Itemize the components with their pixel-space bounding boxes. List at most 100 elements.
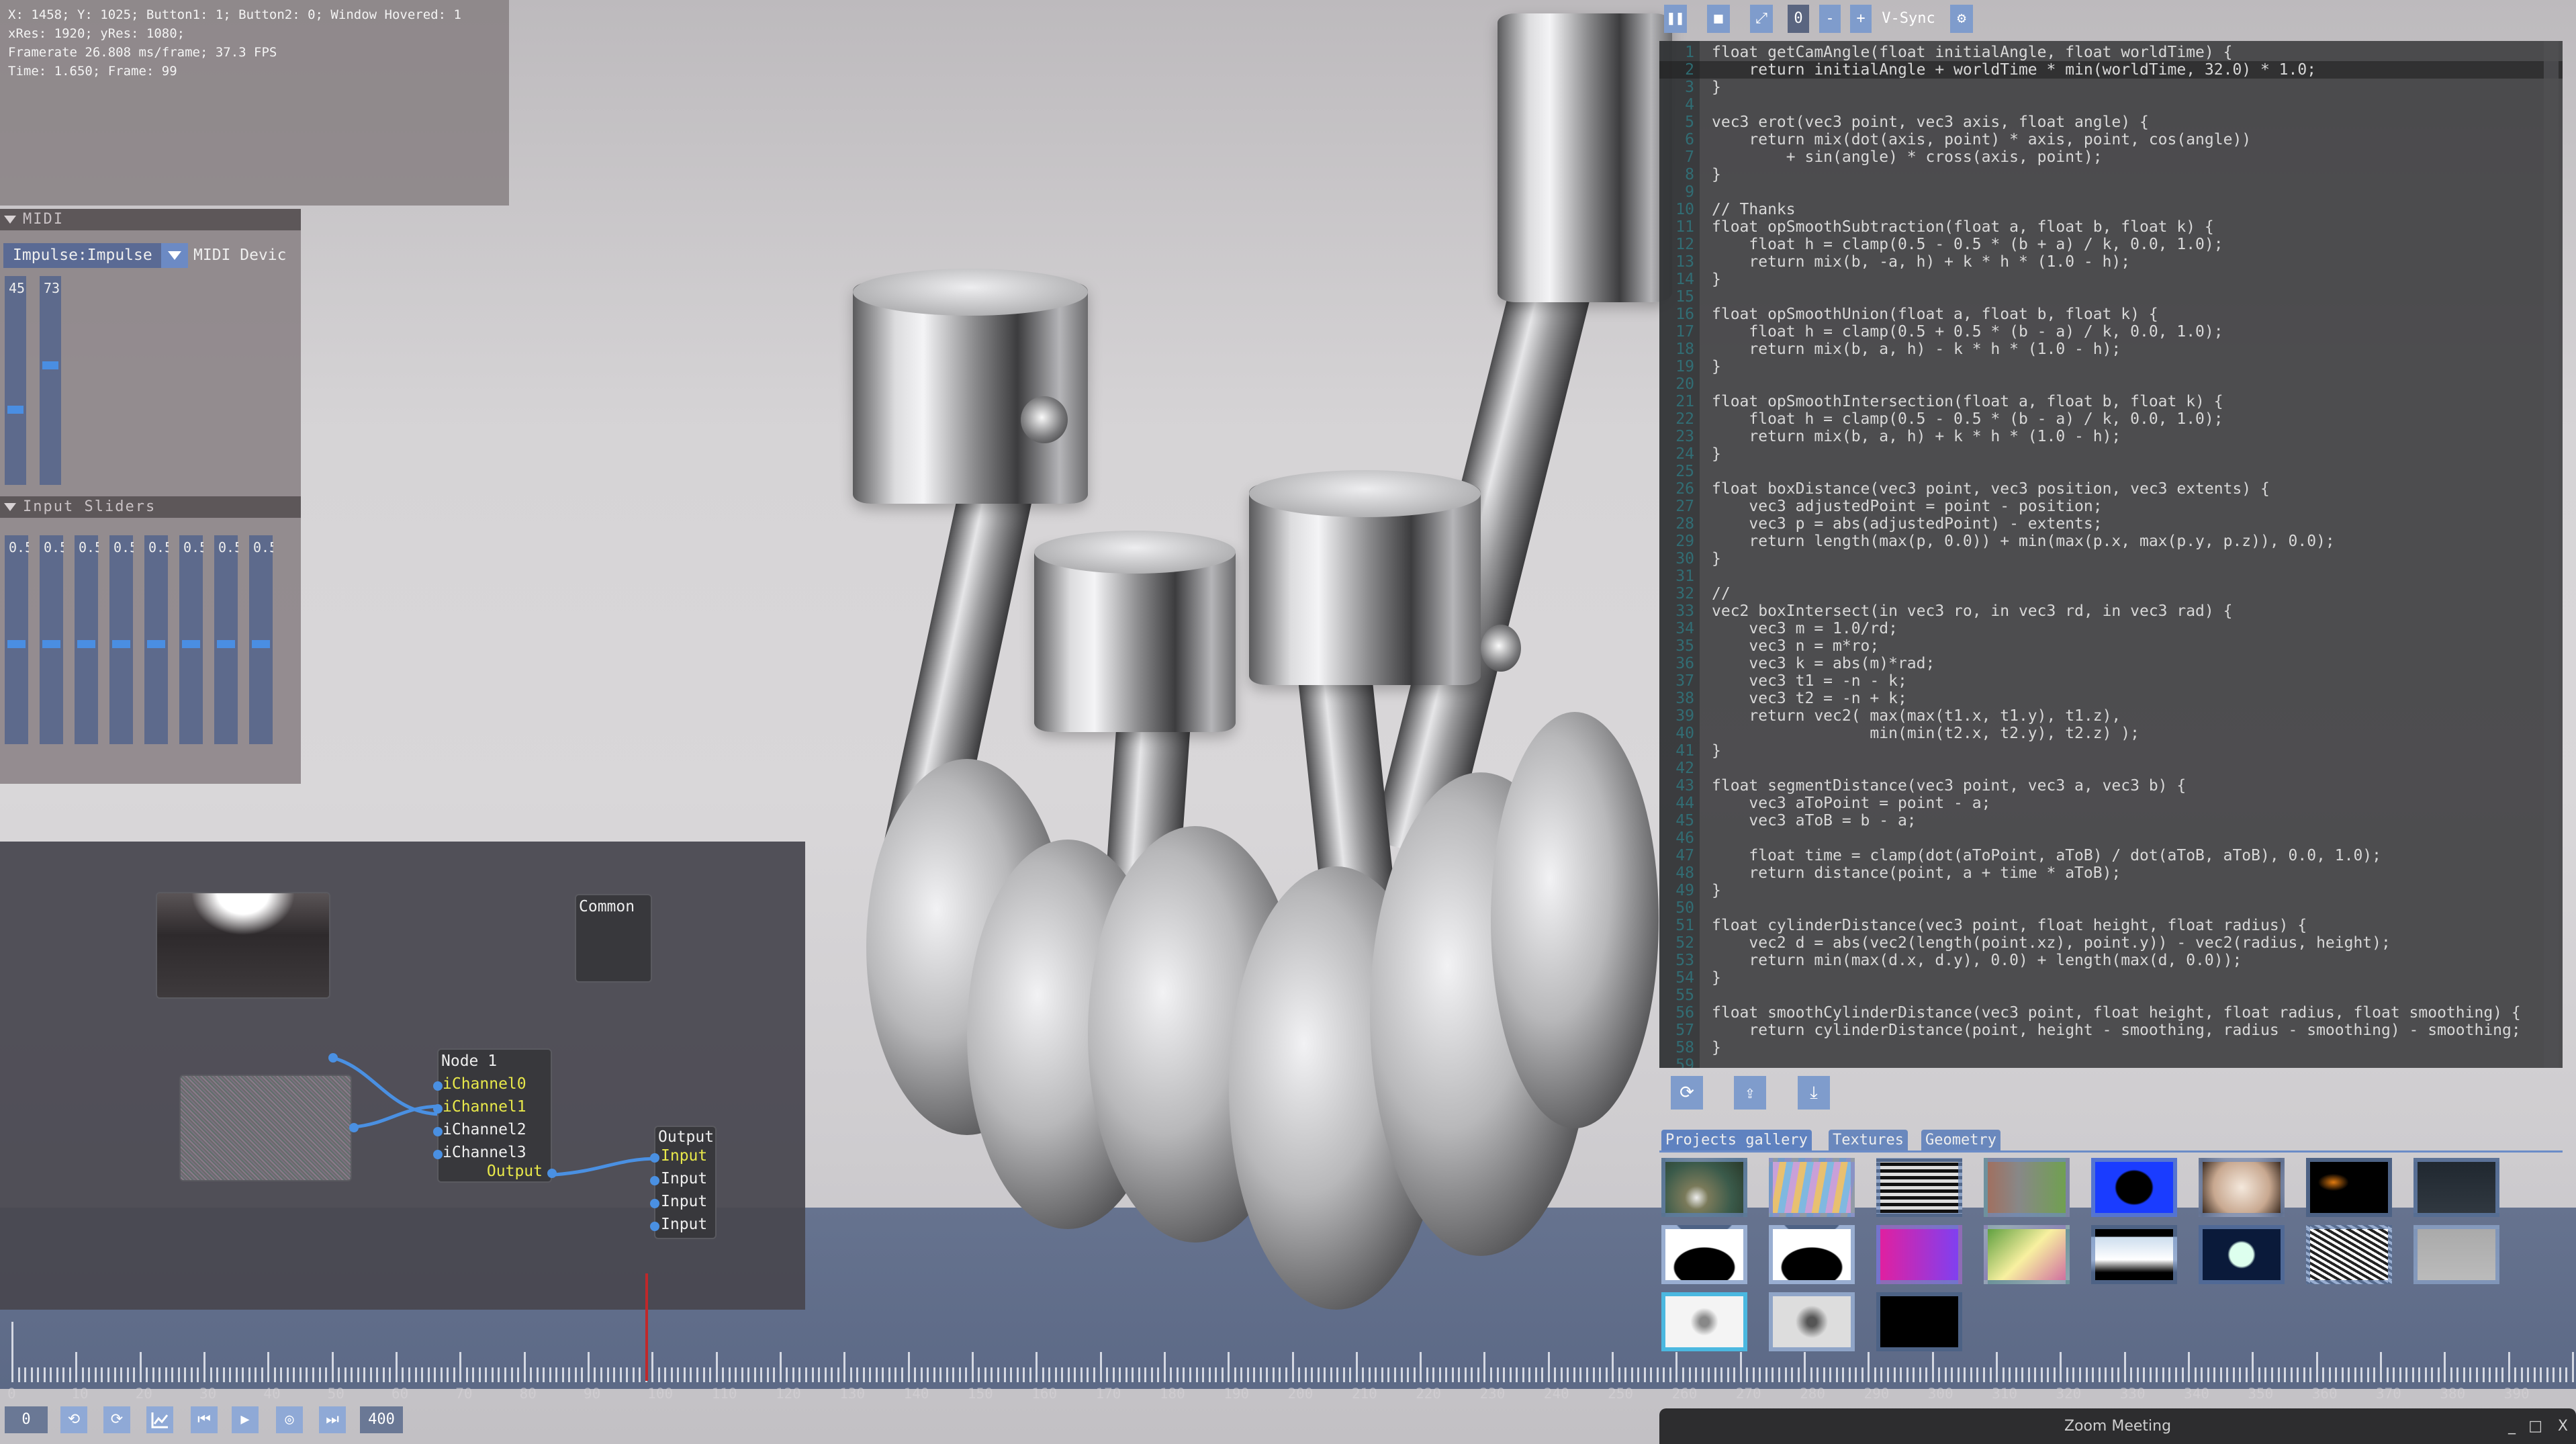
gallery-thumbnail[interactable] bbox=[2306, 1225, 2392, 1284]
code-line[interactable]: 25 bbox=[1659, 463, 2563, 480]
gallery-thumbnail[interactable] bbox=[1661, 1158, 1747, 1217]
gallery-thumbnail[interactable] bbox=[2091, 1158, 2177, 1217]
input-slider[interactable]: 0.5 bbox=[109, 535, 134, 744]
editor-scrollbar[interactable] bbox=[2544, 41, 2559, 1068]
end-frame-field[interactable]: 400 bbox=[360, 1406, 403, 1433]
tab-projects-gallery[interactable]: Projects gallery bbox=[1661, 1130, 1812, 1151]
code-line[interactable]: 1 float getCamAngle(float initialAngle, f… bbox=[1659, 44, 2563, 61]
loop-button[interactable]: ⟳ bbox=[103, 1406, 130, 1433]
gallery-thumbnail[interactable] bbox=[1769, 1292, 1855, 1351]
cubemap-output-port[interactable] bbox=[328, 1053, 338, 1063]
input-slider[interactable]: 0.5 bbox=[214, 535, 238, 744]
code-line[interactable]: 20 bbox=[1659, 375, 2563, 393]
code-line[interactable]: 32 // bbox=[1659, 585, 2563, 602]
code-line[interactable]: 13 return mix(b, -a, h) + k * h * (1.0 -… bbox=[1659, 253, 2563, 271]
gallery-thumbnail[interactable] bbox=[1984, 1158, 2070, 1217]
code-line[interactable]: 2 return initialAngle + worldTime * min(… bbox=[1659, 61, 2563, 79]
code-line[interactable]: 51 float cylinderDistance(vec3 point, flo… bbox=[1659, 917, 2563, 934]
code-line[interactable]: 55 bbox=[1659, 987, 2563, 1004]
code-line[interactable]: 59 bbox=[1659, 1056, 2563, 1068]
gallery-thumbnail[interactable] bbox=[1876, 1158, 1962, 1217]
input-slider[interactable]: 0.5 bbox=[75, 535, 99, 744]
code-line[interactable]: 7 + sin(angle) * cross(axis, point); bbox=[1659, 148, 2563, 166]
code-line[interactable]: 53 return min(max(d.x, d.y), 0.0) + leng… bbox=[1659, 952, 2563, 969]
play-button[interactable]: ▶ bbox=[232, 1406, 259, 1433]
noise-texture-node[interactable] bbox=[179, 1075, 352, 1181]
pause-button[interactable]: ❚❚ bbox=[1664, 5, 1687, 33]
code-line[interactable]: 14} bbox=[1659, 271, 2563, 288]
code-line[interactable]: 58} bbox=[1659, 1039, 2563, 1056]
gallery-thumbnail[interactable] bbox=[2413, 1158, 2499, 1217]
code-line[interactable]: 52 vec2 d = abs(vec2(length(point.xz), p… bbox=[1659, 934, 2563, 952]
code-editor[interactable]: 1 float getCamAngle(float initialAngle, f… bbox=[1659, 41, 2563, 1068]
input-slider[interactable]: 0.5 bbox=[249, 535, 273, 744]
code-line[interactable]: 43 float segmentDistance(vec3 point, vec3… bbox=[1659, 777, 2563, 795]
fullscreen-button[interactable]: ⤢ bbox=[1750, 5, 1773, 33]
input-slider[interactable]: 0.5 bbox=[144, 535, 169, 744]
code-line[interactable]: 10 // Thanks bbox=[1659, 201, 2563, 218]
node-1[interactable]: Node 1 iChannel0 iChannel1 iChannel2 iChann… bbox=[433, 1048, 557, 1183]
output-input-port[interactable] bbox=[650, 1176, 659, 1185]
code-line[interactable]: 15 bbox=[1659, 288, 2563, 306]
code-line[interactable]: 38 vec3 t2 = -n + k; bbox=[1659, 690, 2563, 707]
code-line[interactable]: 18 return mix(b, a, h) - k * h * (1.0 - … bbox=[1659, 341, 2563, 358]
midi-slider[interactable]: 73 bbox=[40, 276, 61, 485]
code-line[interactable]: 6 return mix(dot(axis, point) * axis, po… bbox=[1659, 131, 2563, 148]
gallery-thumbnail[interactable] bbox=[2091, 1225, 2177, 1284]
code-line[interactable]: 29 return length(max(p, 0.0)) + min(max(… bbox=[1659, 533, 2563, 550]
slider-handle[interactable] bbox=[77, 639, 95, 648]
dropdown-arrow-icon[interactable] bbox=[161, 243, 188, 268]
gallery-thumbnail[interactable] bbox=[2413, 1225, 2499, 1284]
code-line[interactable]: 47 float time = clamp(dot(aToPoint, aToB… bbox=[1659, 847, 2563, 864]
code-line[interactable]: 57 return cylinderDistance(point, height… bbox=[1659, 1022, 2563, 1039]
gallery-thumbnail[interactable] bbox=[1984, 1225, 2070, 1284]
slider-handle[interactable] bbox=[112, 639, 130, 648]
midi-section-header[interactable]: MIDI bbox=[0, 209, 301, 230]
input-slider[interactable]: 0.5 bbox=[5, 535, 29, 744]
slider-handle[interactable] bbox=[7, 406, 24, 414]
stop-button[interactable]: ■ bbox=[1707, 5, 1730, 33]
gallery-thumbnail[interactable] bbox=[1876, 1292, 1962, 1351]
code-line[interactable]: 22 float h = clamp(0.5 - 0.5 * (b - a) /… bbox=[1659, 410, 2563, 428]
code-line[interactable]: 37 vec3 t1 = -n - k; bbox=[1659, 672, 2563, 690]
gallery-thumbnail[interactable] bbox=[2199, 1158, 2285, 1217]
settings-button[interactable]: ⚙ bbox=[1950, 5, 1973, 33]
slider-handle[interactable] bbox=[42, 361, 58, 370]
gallery-thumbnail[interactable] bbox=[1769, 1158, 1855, 1217]
skip-back-button[interactable]: ⏮ bbox=[191, 1406, 218, 1433]
gallery-thumbnail[interactable] bbox=[1769, 1225, 1855, 1284]
node-input-port[interactable] bbox=[433, 1081, 443, 1091]
code-line[interactable]: 44 vec3 aToPoint = point - a; bbox=[1659, 795, 2563, 812]
noise-output-port[interactable] bbox=[349, 1123, 359, 1132]
vsync-toggle[interactable]: V-Sync bbox=[1878, 5, 1939, 33]
code-line[interactable]: 26 float boxDistance(vec3 point, vec3 pos… bbox=[1659, 480, 2563, 498]
code-line[interactable]: 19} bbox=[1659, 358, 2563, 375]
code-line[interactable]: 56 float smoothCylinderDistance(vec3 poin… bbox=[1659, 1004, 2563, 1022]
code-line[interactable]: 31 bbox=[1659, 568, 2563, 585]
code-line[interactable]: 42 bbox=[1659, 760, 2563, 777]
cubemap-input-node[interactable] bbox=[156, 892, 330, 999]
slider-handle[interactable] bbox=[147, 639, 165, 648]
code-line[interactable]: 46 bbox=[1659, 829, 2563, 847]
code-line[interactable]: 4 bbox=[1659, 96, 2563, 114]
code-line[interactable]: 21 float opSmoothIntersection(float a, fl… bbox=[1659, 393, 2563, 410]
slider-handle[interactable] bbox=[42, 639, 60, 648]
code-line[interactable]: 11 float opSmoothSubtraction(float a, flo… bbox=[1659, 218, 2563, 236]
code-line[interactable]: 27 vec3 adjustedPoint = point - position… bbox=[1659, 498, 2563, 515]
code-line[interactable]: 17 float h = clamp(0.5 + 0.5 * (b - a) /… bbox=[1659, 323, 2563, 341]
slider-handle[interactable] bbox=[7, 639, 26, 648]
gallery-thumbnail[interactable] bbox=[2306, 1158, 2392, 1217]
slider-handle[interactable] bbox=[217, 639, 235, 648]
increment-button[interactable]: + bbox=[1850, 5, 1872, 33]
gallery-thumbnail[interactable] bbox=[1661, 1225, 1747, 1284]
code-line[interactable]: 8} bbox=[1659, 166, 2563, 183]
code-line[interactable]: 40 min(min(t2.x, t2.y), t2.z) ); bbox=[1659, 725, 2563, 742]
gallery-thumbnail[interactable] bbox=[1876, 1225, 1962, 1284]
code-line[interactable]: 12 float h = clamp(0.5 - 0.5 * (b + a) /… bbox=[1659, 236, 2563, 253]
maximize-button[interactable]: □ bbox=[2528, 1408, 2542, 1444]
slider-handle[interactable] bbox=[182, 639, 200, 648]
start-frame-field[interactable]: 0 bbox=[5, 1406, 48, 1433]
tab-geometry[interactable]: Geometry bbox=[1921, 1130, 2000, 1151]
code-line[interactable]: 33 vec2 boxIntersect(in vec3 ro, in vec3 … bbox=[1659, 602, 2563, 620]
node-input-port[interactable] bbox=[433, 1127, 443, 1136]
